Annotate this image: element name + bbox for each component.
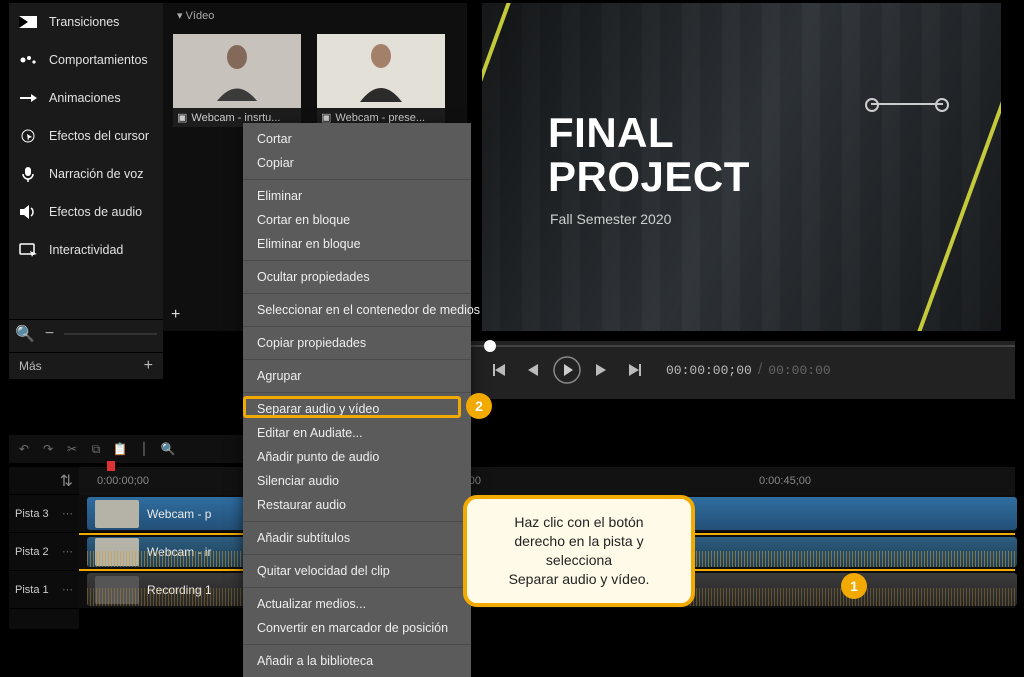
paste-icon[interactable]: 📋	[111, 440, 129, 458]
effects-sidebar: Transiciones Comportamientos Animaciones…	[9, 3, 163, 379]
media-thumb[interactable]: ▣Webcam - prese...	[317, 34, 445, 127]
time-ruler[interactable]: 0:00:00;00 0:00:30;00 0:00:45;00	[79, 467, 1015, 495]
step-back-button[interactable]	[518, 355, 548, 385]
track-header[interactable]: Pista 3⋯	[9, 495, 79, 533]
sidebar-item-label: Narración de voz	[49, 167, 144, 181]
sidebar-item-label: Interactividad	[49, 243, 123, 257]
context-menu-item[interactable]: Editar en Audiate...	[243, 421, 471, 445]
preview-panel: FINALPROJECT Fall Semester 2020	[468, 3, 1015, 331]
preview-canvas[interactable]: FINALPROJECT Fall Semester 2020	[482, 3, 1001, 331]
sidebar-item-label: Comportamientos	[49, 53, 148, 67]
sidebar-item-label: Efectos de audio	[49, 205, 142, 219]
record-icon: ▣	[177, 111, 187, 124]
context-menu-item[interactable]: Seleccionar en el contenedor de medios	[243, 298, 471, 322]
step-fwd-button[interactable]	[586, 355, 616, 385]
context-menu-item[interactable]: Restaurar audio	[243, 493, 471, 517]
prev-frame-button[interactable]	[484, 355, 514, 385]
audio-effects-icon	[19, 205, 37, 219]
track-options-icon[interactable]: ⋯	[62, 583, 73, 596]
context-menu-item[interactable]: Añadir subtítulos	[243, 526, 471, 550]
app-frame: Transiciones Comportamientos Animaciones…	[0, 0, 1024, 638]
instruction-callout: Haz clic con el botón derecho en la pist…	[463, 495, 695, 607]
collapse-icon[interactable]: ⇅	[60, 471, 73, 491]
sidebar-item-label: Animaciones	[49, 91, 121, 105]
context-menu-item[interactable]: Añadir punto de audio	[243, 445, 471, 469]
marker-icon[interactable]	[107, 461, 115, 471]
context-menu-item[interactable]: Ocultar propiedades	[243, 265, 471, 289]
annotation-badge-2: 2	[466, 393, 492, 419]
context-menu-item[interactable]: Quitar velocidad del clip	[243, 559, 471, 583]
plus-icon: +	[144, 357, 153, 375]
voice-narration-icon	[19, 167, 37, 181]
sidebar-item-audio-effects[interactable]: Efectos de audio	[9, 193, 163, 231]
sidebar-item-interactivity[interactable]: Interactividad	[9, 231, 163, 269]
track-options-icon[interactable]: ⋯	[62, 545, 73, 558]
sidebar-item-behaviors[interactable]: Comportamientos	[9, 41, 163, 79]
context-menu-item[interactable]: Eliminar	[243, 184, 471, 208]
sidebar-item-cursor-effects[interactable]: Efectos del cursor	[9, 117, 163, 155]
decorative-accent	[871, 103, 943, 105]
context-menu-item[interactable]: Cortar	[243, 127, 471, 151]
copy-icon[interactable]: ⧉	[87, 440, 105, 458]
split-icon[interactable]: ⎮	[135, 440, 153, 458]
media-thumb[interactable]: ▣Webcam - insrtu...	[173, 34, 301, 127]
track-header[interactable]: Pista 2⋯	[9, 533, 79, 571]
sidebar-item-label: Transiciones	[49, 15, 119, 29]
preview-title: FINALPROJECT	[548, 111, 750, 199]
sidebar-item-label: Efectos del cursor	[49, 129, 149, 143]
context-menu-item[interactable]: Copiar	[243, 151, 471, 175]
context-menu-item[interactable]: Añadir a la biblioteca	[243, 649, 471, 673]
cut-icon[interactable]: ✂	[63, 440, 81, 458]
sidebar-item-transitions[interactable]: Transiciones	[9, 3, 163, 41]
scrub-bar[interactable]	[468, 345, 1015, 347]
cursor-effects-icon	[19, 129, 37, 143]
sidebar-item-animations[interactable]: Animaciones	[9, 79, 163, 117]
player-time-total: 00:00:00	[768, 363, 830, 378]
context-menu-item[interactable]: Eliminar en bloque	[243, 232, 471, 256]
context-menu-item[interactable]: Silenciar audio	[243, 469, 471, 493]
sidebar-more[interactable]: Más +	[9, 352, 163, 379]
interactivity-icon	[19, 243, 37, 257]
redo-icon[interactable]: ↷	[39, 440, 57, 458]
context-menu-item[interactable]: Agrupar	[243, 364, 471, 388]
player-controls: 00:00:00;00 / 00:00:00	[468, 341, 1015, 399]
clip-context-menu: CortarCopiar EliminarCortar en bloqueElim…	[243, 123, 471, 677]
undo-icon[interactable]: ↶	[15, 440, 33, 458]
media-thumbnail-image	[173, 34, 301, 108]
animations-icon	[19, 91, 37, 105]
zoom-out-icon[interactable]: −	[45, 325, 54, 343]
track-headers: ⇅ Pista 3⋯ Pista 2⋯ Pista 1⋯	[9, 467, 79, 629]
media-thumbnail-image	[317, 34, 445, 108]
context-menu-item[interactable]: Cortar en bloque	[243, 208, 471, 232]
behaviors-icon	[19, 53, 37, 67]
media-bin-section: ▾ Vídeo	[163, 3, 467, 28]
context-menu-item[interactable]: Separar audio y vídeo	[243, 397, 471, 421]
context-menu-item[interactable]: Convertir en marcador de posición	[243, 616, 471, 640]
search-icon[interactable]: 🔍	[15, 324, 35, 344]
next-frame-button[interactable]	[620, 355, 650, 385]
context-menu-item[interactable]: Actualizar medios...	[243, 592, 471, 616]
sidebar-item-voice-narration[interactable]: Narración de voz	[9, 155, 163, 193]
track-header[interactable]: Pista 1⋯	[9, 571, 79, 609]
player-time-current: 00:00:00;00	[666, 363, 752, 378]
transitions-icon	[19, 15, 37, 29]
zoom-icon[interactable]: 🔍	[159, 440, 177, 458]
preview-subtitle: Fall Semester 2020	[550, 211, 671, 227]
track-options-icon[interactable]: ⋯	[62, 507, 73, 520]
context-menu-item[interactable]: Copiar propiedades	[243, 331, 471, 355]
play-button[interactable]	[552, 355, 582, 385]
add-media-button[interactable]: +	[171, 306, 180, 324]
annotation-badge-1: 1	[841, 573, 867, 599]
